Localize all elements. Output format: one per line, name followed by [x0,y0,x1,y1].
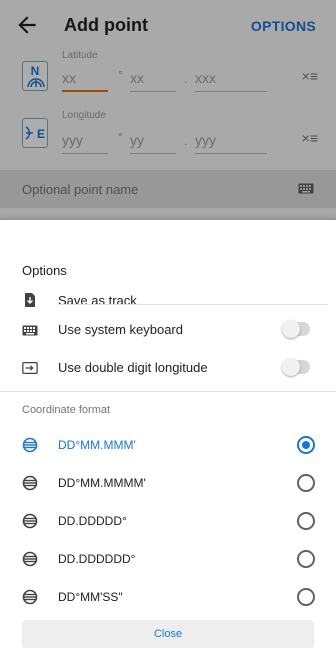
item-label: Save as track [58,293,137,308]
format-option-ddmm-mmmm[interactable]: DD°MM.MMMM' [0,465,336,501]
format-label: DD°MM.MMMM' [58,476,146,490]
save-track-icon [25,293,35,307]
divider [0,391,336,392]
globe-icon [22,513,38,529]
globe-icon [22,475,38,491]
divider [58,304,328,305]
format-option-dd-ddddd[interactable]: DD.DDDDD° [0,503,336,539]
format-option-ddmmss[interactable]: DD°MM'SS" [0,579,336,615]
system-keyboard-toggle[interactable] [282,320,310,338]
format-radio[interactable] [297,436,315,454]
format-radio[interactable] [297,474,315,492]
format-label: DD°MM.MMM' [58,438,136,452]
format-radio[interactable] [297,588,315,606]
double-digit-longitude-toggle[interactable] [282,358,310,376]
close-button[interactable]: Close [22,620,314,648]
toggle-knob [282,320,300,338]
format-label: DD.DDDDDD° [58,552,136,566]
use-system-keyboard-item[interactable]: Use system keyboard [0,311,336,347]
format-label: DD°MM'SS" [58,590,123,604]
arrow-into-box-icon [22,362,38,374]
globe-icon [22,589,38,605]
item-label: Use double digit longitude [58,360,208,375]
format-option-ddmm-mmm[interactable]: DD°MM.MMM' [0,427,336,463]
format-option-dd-dddddd[interactable]: DD.DDDDDD° [0,541,336,577]
section-heading: Coordinate format [22,404,111,416]
globe-icon [22,437,38,453]
format-radio[interactable] [297,550,315,568]
sheet-title: Options [22,263,67,278]
globe-icon [22,551,38,567]
options-bottom-sheet: Options Save as track Use system keyboar… [0,220,336,664]
keyboard-icon [22,325,38,336]
toggle-knob [282,358,300,376]
double-digit-longitude-item[interactable]: Use double digit longitude [0,349,336,385]
item-label: Use system keyboard [58,322,183,337]
format-label: DD.DDDDD° [58,514,127,528]
format-radio[interactable] [297,512,315,530]
modal-scrim[interactable] [0,0,336,220]
